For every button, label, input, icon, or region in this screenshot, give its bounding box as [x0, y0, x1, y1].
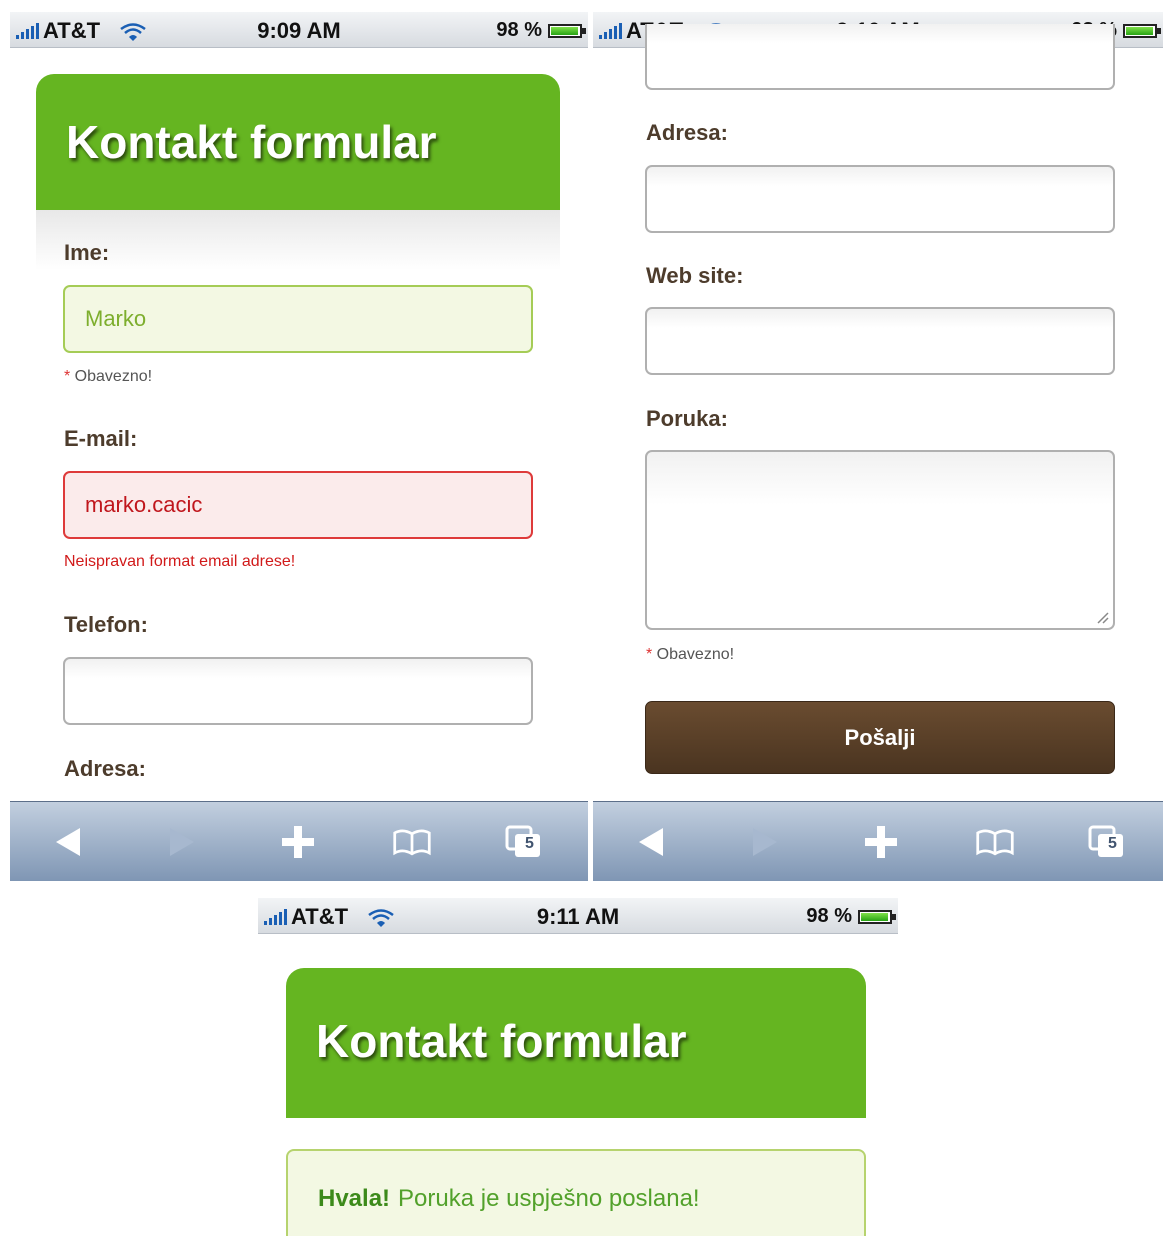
address-input[interactable]	[645, 165, 1115, 233]
add-button[interactable]	[278, 820, 318, 864]
name-required-note: * Obavezno!	[64, 368, 153, 385]
battery-icon	[548, 23, 586, 38]
bookmarks-button[interactable]	[392, 820, 432, 864]
tabs-button[interactable]: 5	[504, 820, 544, 864]
forward-button[interactable]	[162, 820, 202, 864]
email-label: E-mail:	[64, 426, 138, 451]
battery-icon	[1123, 23, 1161, 38]
screen-3: AT&T 9:11 AM 98 % Kontakt formular Hvala…	[258, 898, 898, 1236]
page-title: Kontakt formular	[36, 74, 560, 210]
tabs-count: 5	[525, 835, 534, 852]
tabs-icon	[505, 825, 540, 857]
clock: 9:11 AM	[536, 904, 620, 929]
phone-input[interactable]	[63, 657, 533, 725]
browser-toolbar: 5	[593, 801, 1163, 881]
battery-percent: 98 %	[496, 19, 542, 41]
success-message: Hvala! Poruka je uspješno poslana!	[286, 1149, 866, 1236]
status-bar: AT&T 9:11 AM 98 %	[258, 898, 898, 934]
tabs-button[interactable]: 5	[1087, 820, 1127, 864]
add-icon	[282, 826, 314, 858]
battery-percent: 98 %	[806, 905, 852, 927]
message-required-note: * Obavezno!	[646, 646, 735, 663]
resize-grip-icon[interactable]	[1095, 610, 1109, 624]
tabs-icon	[1088, 825, 1123, 857]
bookmarks-button[interactable]	[975, 820, 1015, 864]
address-label: Adresa:	[646, 120, 728, 145]
back-button[interactable]	[631, 820, 671, 864]
email-error-message: Neispravan format email adrese!	[64, 553, 296, 570]
name-label: Ime:	[64, 240, 110, 265]
website-label: Web site:	[646, 263, 744, 288]
success-strong: Hvala!	[318, 1185, 391, 1212]
name-value: Marko	[85, 306, 147, 331]
website-input[interactable]	[645, 307, 1115, 375]
email-input[interactable]: marko.cacic	[63, 471, 533, 539]
back-icon	[639, 828, 663, 856]
status-bar: AT&T 9:09 AM 98 %	[10, 12, 588, 48]
screen-1: AT&T 9:09 AM 98 % Kontakt formular Ime: …	[10, 12, 588, 881]
back-button[interactable]	[48, 820, 88, 864]
submit-button[interactable]: Pošalji	[645, 701, 1115, 774]
forward-button[interactable]	[745, 820, 785, 864]
address-label: Adresa:	[64, 756, 146, 781]
phone-input[interactable]	[645, 24, 1115, 90]
forward-icon	[753, 828, 777, 856]
message-textarea[interactable]	[645, 450, 1115, 630]
email-value: marko.cacic	[85, 492, 203, 517]
phone-label: Telefon:	[64, 612, 148, 637]
add-icon	[865, 826, 897, 858]
screen-2: AT&T 9:10 AM 98 % Adresa: Web site: Poru…	[593, 12, 1163, 881]
add-button[interactable]	[861, 820, 901, 864]
battery-icon	[858, 909, 896, 924]
bookmarks-icon	[393, 829, 431, 856]
message-label: Poruka:	[646, 406, 728, 431]
page-title: Kontakt formular	[286, 968, 866, 1118]
browser-toolbar: 5	[10, 801, 588, 881]
bookmarks-icon	[976, 829, 1014, 856]
forward-icon	[170, 828, 194, 856]
name-input[interactable]: Marko	[63, 285, 533, 353]
back-icon	[56, 828, 80, 856]
tabs-count: 5	[1108, 835, 1117, 852]
success-text: Poruka je uspješno poslana!	[398, 1185, 700, 1212]
